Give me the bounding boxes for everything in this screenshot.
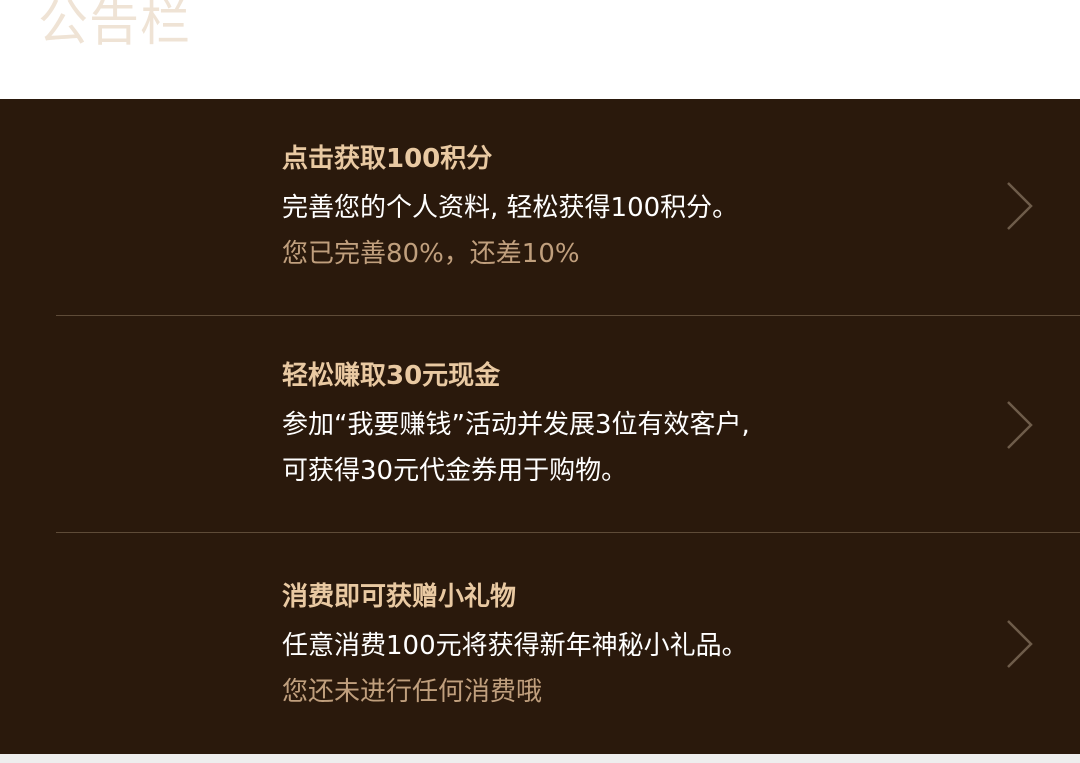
list-item-gift[interactable]: 消费即可获赠小礼物 任意消费100元将获得新年神秘小礼品。 您还未进行任何消费哦 bbox=[0, 533, 1080, 750]
item-description: 参加“我要赚钱”活动并发展3位有效客户, 可获得30元代金券用于购物。 bbox=[282, 402, 962, 494]
page-title: 公告栏 bbox=[38, 0, 191, 52]
item-text: 点击获取100积分 完善您的个人资料, 轻松获得100积分。 您已完善80%，还… bbox=[282, 141, 962, 277]
list-item-points[interactable]: 点击获取100积分 完善您的个人资料, 轻松获得100积分。 您已完善80%，还… bbox=[0, 99, 1080, 316]
item-title: 消费即可获赠小礼物 bbox=[282, 582, 517, 612]
item-description: 任意消费100元将获得新年神秘小礼品。 bbox=[282, 623, 962, 669]
item-title: 点击获取100积分 bbox=[282, 144, 493, 174]
item-description-line: 完善您的个人资料, 轻松获得100积分。 bbox=[282, 193, 739, 223]
bottom-edge bbox=[0, 754, 1080, 763]
item-description-line: 参加“我要赚钱”活动并发展3位有效客户, bbox=[282, 410, 750, 440]
item-text: 轻松赚取30元现金 参加“我要赚钱”活动并发展3位有效客户, 可获得30元代金券… bbox=[282, 358, 962, 494]
header: 公告栏 bbox=[0, 0, 1080, 99]
item-description: 完善您的个人资料, 轻松获得100积分。 bbox=[282, 185, 962, 231]
item-status: 您还未进行任何消费哦 bbox=[282, 677, 543, 707]
bulletin-list: 点击获取100积分 完善您的个人资料, 轻松获得100积分。 您已完善80%，还… bbox=[0, 99, 1080, 754]
item-description-line: 任意消费100元将获得新年神秘小礼品。 bbox=[282, 631, 748, 661]
bulletin-page: 公告栏 点击获取100积分 完善您的个人资料, 轻松获得100积分。 您已完善8… bbox=[0, 0, 1080, 763]
chevron-right-icon[interactable] bbox=[1004, 619, 1034, 669]
item-title: 轻松赚取30元现金 bbox=[282, 361, 501, 391]
item-text: 消费即可获赠小礼物 任意消费100元将获得新年神秘小礼品。 您还未进行任何消费哦 bbox=[282, 579, 962, 715]
item-description-line: 可获得30元代金券用于购物。 bbox=[282, 456, 628, 486]
chevron-right-icon[interactable] bbox=[1004, 400, 1034, 450]
chevron-right-icon[interactable] bbox=[1004, 181, 1034, 231]
list-item-cash[interactable]: 轻松赚取30元现金 参加“我要赚钱”活动并发展3位有效客户, 可获得30元代金券… bbox=[0, 316, 1080, 533]
item-status: 您已完善80%，还差10% bbox=[282, 239, 580, 269]
